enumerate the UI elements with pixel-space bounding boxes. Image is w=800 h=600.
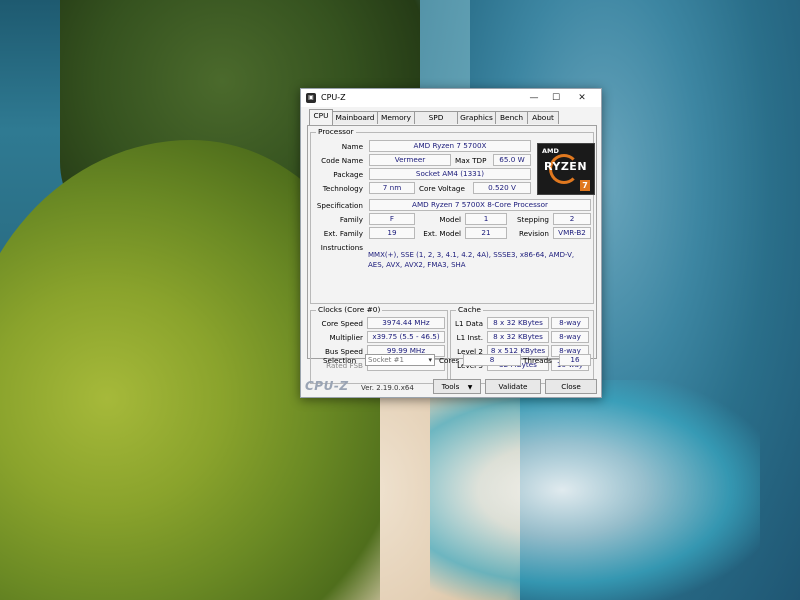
chevron-down-icon: ▾ [428,356,432,364]
core-voltage-value: 0.520 V [473,182,531,194]
code-name-value: Vermeer [369,154,451,166]
max-tdp-value: 65.0 W [493,154,531,166]
stepping-label: Stepping [516,215,549,224]
cpuz-app-icon: ▣ [306,93,316,103]
cache-row-size: 8 x 32 KBytes [487,331,549,343]
close-window-button[interactable]: ✕ [571,91,593,105]
logo-tier-badge: 7 [580,180,590,191]
clocks-group: Clocks (Core #0) Core Speed 3974.44 MHz … [310,305,448,384]
specification-value: AMD Ryzen 7 5700X 8-Core Processor [369,199,591,211]
window-title: CPU-Z [321,93,346,102]
cache-row-ways: 8-way [551,331,589,343]
cache-group: Cache L1 Data 8 x 32 KBytes 8-way L1 Ins… [450,305,594,384]
cpu-tab-panel: Processor AMD RYZEN 7 Name AMD Ryzen 7 5… [307,125,597,384]
revision-value: VMR-B2 [553,227,591,239]
tab-bench[interactable]: Bench [495,111,528,124]
specification-label: Specification [316,201,363,210]
package-label: Package [333,170,363,179]
clocks-group-title: Clocks (Core #0) [316,305,383,314]
multiplier-label: Multiplier [329,333,363,342]
footer-bar: CPU-Z Ver. 2.19.0.x64 Tools ▼ Validate C… [301,375,601,397]
cache-row-size: 8 x 32 KBytes [487,317,549,329]
logo-product-text: RYZEN [544,160,588,173]
cache-group-title: Cache [456,305,483,314]
stepping-value: 2 [553,213,591,225]
cpuz-brand-logo: CPU-Z [305,379,349,393]
name-label: Name [341,142,363,151]
ext-model-label: Ext. Model [423,229,461,238]
threads-value: 16 [559,354,591,366]
tab-memory[interactable]: Memory [377,111,415,124]
threads-label: Threads [523,356,552,365]
minimize-button[interactable]: — [523,91,545,105]
ext-model-value: 21 [465,227,507,239]
socket-select-value: Socket #1 [368,356,404,364]
ext-family-value: 19 [369,227,415,239]
version-label: Ver. 2.19.0.x64 [361,384,414,392]
amd-ryzen-logo: AMD RYZEN 7 [537,143,595,195]
selection-row: Selection Socket #1 ▾ Cores 8 Threads 16 [307,351,595,369]
tools-button[interactable]: Tools ▼ [433,379,481,394]
caret-down-icon: ▼ [467,384,473,391]
model-label: Model [439,215,461,224]
core-speed-label: Core Speed [321,319,363,328]
name-value: AMD Ryzen 7 5700X [369,140,531,152]
selection-label: Selection [323,356,357,365]
wallpaper-surf [430,380,760,600]
tab-graphics[interactable]: Graphics [457,111,496,124]
close-button[interactable]: Close [545,379,597,394]
title-bar[interactable]: ▣ CPU-Z — ☐ ✕ [301,89,601,107]
tab-about[interactable]: About [527,111,559,124]
tab-cpu[interactable]: CPU [309,109,333,125]
tools-button-label: Tools [441,382,460,391]
package-value: Socket AM4 (1331) [369,168,531,180]
core-speed-value: 3974.44 MHz [367,317,445,329]
cores-value: 8 [463,354,521,366]
processor-group-title: Processor [316,127,356,136]
technology-value: 7 nm [369,182,415,194]
logo-brand-text: AMD [542,147,559,155]
ext-family-label: Ext. Family [323,229,363,238]
multiplier-value: x39.75 (5.5 - 46.5) [367,331,445,343]
validate-button[interactable]: Validate [485,379,541,394]
instructions-label: Instructions [320,243,363,252]
instructions-value: MMX(+), SSE (1, 2, 3, 4.1, 4.2, 4A), SSS… [368,251,575,269]
socket-select[interactable]: Socket #1 ▾ [365,354,435,366]
max-tdp-label: Max TDP [455,156,487,165]
tab-mainboard[interactable]: Mainboard [332,111,378,124]
tab-spd[interactable]: SPD [414,111,458,124]
family-value: F [369,213,415,225]
cpuz-window: ▣ CPU-Z — ☐ ✕ CPU Mainboard Memory SPD G… [300,88,602,398]
cores-label: Cores [439,356,460,365]
code-name-label: Code Name [321,156,363,165]
core-voltage-label: Core Voltage [419,184,465,193]
cache-row-label: L1 Data [454,319,483,328]
cache-row-label: L1 Inst. [456,333,483,342]
family-label: Family [339,215,363,224]
technology-label: Technology [322,184,363,193]
maximize-button[interactable]: ☐ [545,91,567,105]
model-value: 1 [465,213,507,225]
cache-row-ways: 8-way [551,317,589,329]
revision-label: Revision [518,229,549,238]
processor-group: Processor AMD RYZEN 7 Name AMD Ryzen 7 5… [310,127,595,304]
